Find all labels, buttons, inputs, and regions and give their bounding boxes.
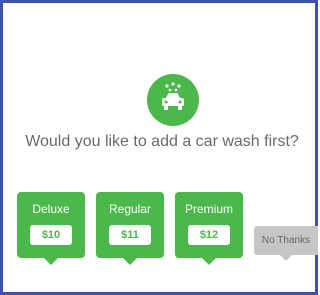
option-name-premium: Premium <box>184 202 233 216</box>
regular-option-button[interactable]: Regular $11 <box>96 192 164 265</box>
premium-option-button[interactable]: Premium $12 <box>175 192 243 265</box>
option-price-premium: $12 <box>188 225 230 245</box>
option-price-deluxe: $10 <box>30 225 72 245</box>
deluxe-option-button[interactable]: Deluxe $10 <box>17 192 85 265</box>
option-name-regular: Regular <box>108 202 152 216</box>
no-thanks-button[interactable]: No Thanks <box>254 226 318 261</box>
car-wash-icon <box>147 74 199 126</box>
option-name-deluxe: Deluxe <box>32 202 70 216</box>
option-price-regular: $11 <box>109 225 151 245</box>
car-wash-question: Would you like to add a car wash first? <box>25 133 299 150</box>
